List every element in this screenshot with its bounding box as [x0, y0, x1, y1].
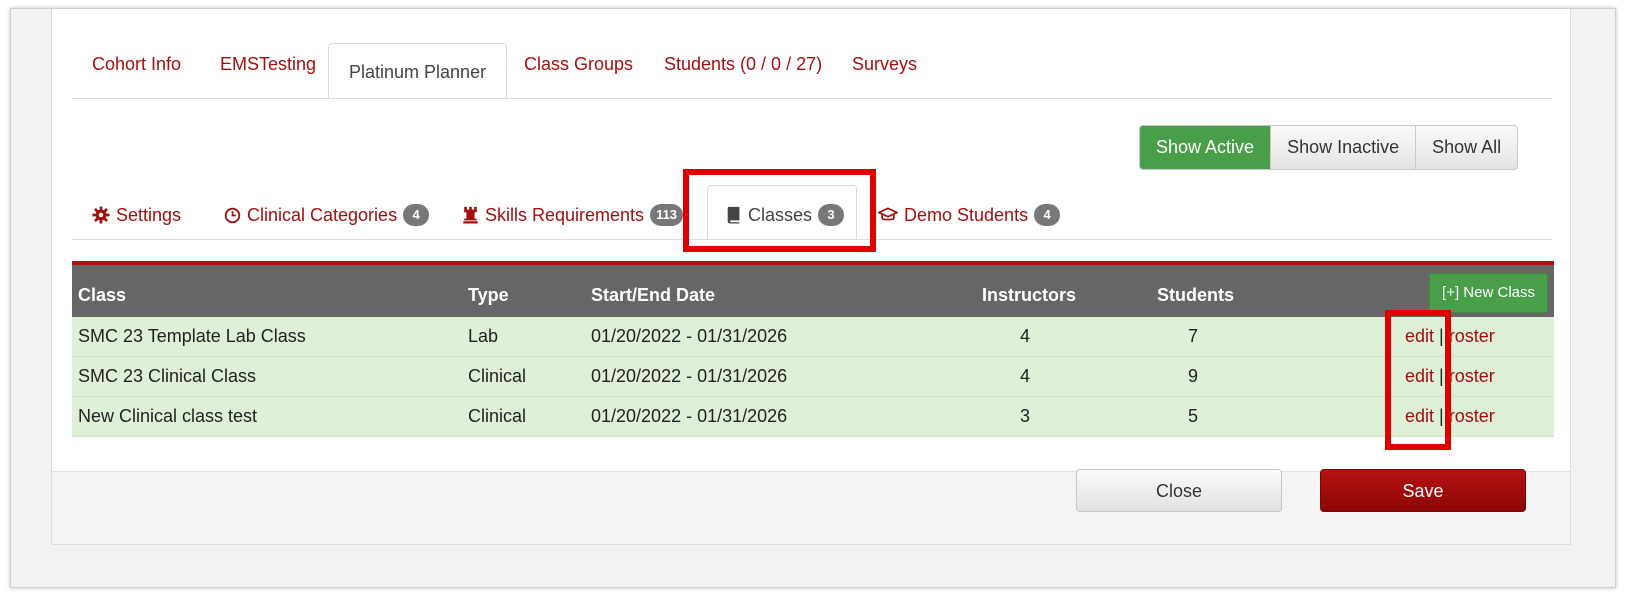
subtab-demo-students-label: Demo Students — [904, 205, 1029, 225]
dates-cell: 01/20/2022 - 01/31/2026 — [591, 366, 788, 386]
page-background: Cohort Info EMSTesting Platinum Planner … — [10, 8, 1616, 588]
column-header-type: Type — [468, 285, 509, 305]
instructors-cell: 4 — [1020, 326, 1031, 346]
type-cell: Clinical — [468, 406, 527, 426]
save-button[interactable]: Save — [1320, 469, 1526, 512]
tabs-divider — [72, 98, 1552, 99]
column-header-instructors: Instructors — [982, 285, 1077, 305]
students-cell: 7 — [1188, 326, 1199, 346]
students-cell: 9 — [1188, 366, 1199, 386]
filter-button-group: Show Active Show Inactive Show All — [1139, 125, 1519, 170]
chess-rook-icon — [462, 206, 479, 224]
edit-links-highlight — [1385, 310, 1451, 450]
class-name-cell: SMC 23 Clinical Class — [78, 366, 257, 386]
tab-cohort-info[interactable]: Cohort Info — [72, 43, 201, 85]
subtab-clinical-categories[interactable]: Clinical Categories 4 — [224, 195, 430, 235]
class-name-cell: New Clinical class test — [78, 406, 258, 426]
table-row: SMC 23 Clinical Class Clinical 01/20/202… — [72, 357, 1554, 397]
roster-link[interactable]: roster — [1449, 326, 1495, 346]
tab-class-groups[interactable]: Class Groups — [504, 43, 653, 85]
tab-platinum-planner[interactable]: Platinum Planner — [328, 43, 508, 99]
gear-icon — [92, 206, 110, 224]
classes-tab-highlight — [683, 169, 876, 252]
table-row: SMC 23 Template Lab Class Lab 01/20/2022… — [72, 317, 1554, 357]
class-name-cell: SMC 23 Template Lab Class — [78, 326, 306, 346]
dates-cell: 01/20/2022 - 01/31/2026 — [591, 326, 788, 346]
subtab-skills-requirements[interactable]: Skills Requirements 113 — [462, 195, 684, 235]
instructors-cell: 3 — [1020, 406, 1031, 426]
show-inactive-button[interactable]: Show Inactive — [1270, 126, 1416, 169]
column-header-class: Class — [78, 285, 127, 305]
new-class-button[interactable]: [+] New Class — [1429, 273, 1548, 313]
roster-link[interactable]: roster — [1449, 406, 1495, 426]
cohort-modal: Cohort Info EMSTesting Platinum Planner … — [51, 9, 1571, 545]
count-badge: 4 — [1034, 204, 1061, 226]
subtab-settings[interactable]: Settings — [92, 195, 181, 235]
table-header: Class Type Start/End Date Instructors St… — [72, 265, 1554, 317]
graduation-cap-icon — [878, 207, 898, 223]
count-badge: 113 — [650, 204, 684, 226]
subtab-settings-label: Settings — [116, 205, 182, 225]
column-header-dates: Start/End Date — [591, 285, 716, 305]
dates-cell: 01/20/2022 - 01/31/2026 — [591, 406, 788, 426]
subtab-clinical-categories-label: Clinical Categories — [247, 205, 398, 225]
clock-icon — [224, 207, 241, 224]
count-badge: 4 — [403, 204, 430, 226]
show-all-button[interactable]: Show All — [1415, 126, 1518, 169]
close-button[interactable]: Close — [1076, 469, 1282, 512]
tab-students[interactable]: Students (0 / 0 / 27) — [644, 43, 842, 85]
classes-table: Class Type Start/End Date Instructors St… — [72, 261, 1554, 437]
subtab-demo-students[interactable]: Demo Students 4 — [878, 195, 1061, 235]
instructors-cell: 4 — [1020, 366, 1031, 386]
column-header-students: Students — [1157, 285, 1235, 305]
table-row: New Clinical class test Clinical 01/20/2… — [72, 397, 1554, 437]
subtab-skills-requirements-label: Skills Requirements — [485, 205, 645, 225]
students-cell: 5 — [1188, 406, 1199, 426]
tab-emstesting[interactable]: EMSTesting — [200, 43, 336, 85]
type-cell: Clinical — [468, 366, 527, 386]
tab-surveys[interactable]: Surveys — [832, 43, 937, 85]
show-active-button[interactable]: Show Active — [1140, 126, 1271, 169]
roster-link[interactable]: roster — [1449, 366, 1495, 386]
type-cell: Lab — [468, 326, 499, 346]
